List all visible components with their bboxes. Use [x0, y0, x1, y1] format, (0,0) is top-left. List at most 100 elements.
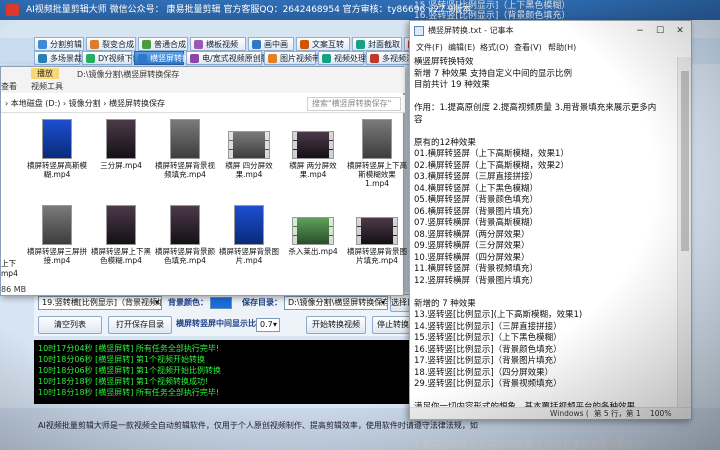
video-file-item[interactable]: 横屏转竖屏上下高斯模糊效果1.mp4 — [347, 119, 407, 188]
video-tools-tab[interactable]: 视频工具 — [31, 81, 63, 92]
log-line: 10时18分06秒 [横竖屏转] 第1个视频开始比例转换 — [38, 366, 221, 375]
tab-icon — [38, 40, 47, 49]
app-tab-1-0[interactable]: 分割剪辑 — [34, 37, 84, 51]
video-file-item[interactable]: 横屏转竖屏背景颜色填充.mp4 — [155, 205, 215, 265]
tab-icon — [190, 54, 199, 63]
text-line: 新增的 7 种效果 — [414, 298, 476, 309]
text-line: 13.竖转竖[比例显示](上下高斯模糊，效果1) — [414, 310, 583, 320]
app-tab-1-1[interactable]: 裂变合成 — [86, 37, 136, 51]
log-line: 10时18分18秒 [横竖屏转] 所有任务全部执行完毕! — [38, 388, 220, 397]
video-file-item[interactable]: 横屏转竖屏高斯模糊.mp4 — [27, 119, 87, 179]
tab-icon — [322, 54, 331, 63]
menu-help[interactable]: 帮助(H) — [548, 41, 576, 55]
bg-color-picker[interactable] — [210, 297, 232, 309]
app-tab-2-3[interactable]: 电/宽式视频原创裂变 — [186, 51, 277, 65]
text-line: 09.竖屏转横屏（三分屏效果） — [414, 241, 530, 251]
breadcrumb[interactable]: › 本地磁盘 (D:) › 镜像分割 › 横竖屏转换保存 — [5, 98, 165, 109]
text-line: 目前共计 19 种效果 — [414, 80, 490, 90]
text-line: 04.横屏转竖屏（上下黑色模糊） — [414, 183, 539, 194]
video-thumbnail — [292, 131, 334, 159]
video-file-item[interactable]: 杀入莱出.mp4 — [283, 205, 343, 256]
save-dir-input[interactable]: D:\镜像分割\横竖屏转换保存 — [284, 296, 388, 310]
video-file-item[interactable]: 三分屏.mp4 — [91, 119, 151, 170]
tab-icon — [142, 40, 151, 49]
video-file-item[interactable]: 横屏 两分屏效果.mp4 — [283, 119, 343, 179]
status-encoding: Windows ( — [550, 409, 589, 418]
menu-format[interactable]: 格式(O) — [480, 41, 509, 55]
scrollbar-thumb[interactable] — [681, 71, 689, 251]
file-name: 横屏 两分屏效果.mp4 — [289, 161, 337, 179]
video-file-item[interactable]: 横屏转竖屏背景图片.mp4 — [219, 205, 279, 265]
app-logo-icon — [6, 4, 19, 16]
maximize-icon[interactable]: ☐ — [653, 24, 667, 38]
menu-edit[interactable]: 编辑(E) — [448, 41, 475, 55]
file-name: 横屏转竖屏三屏拼接.mp4 — [27, 247, 87, 265]
video-file-item[interactable]: 横屏转竖屏三屏拼接.mp4 — [27, 205, 87, 265]
log-line: 10时17分04秒 [横竖屏转] 所有任务全部执行完毕! — [38, 344, 220, 353]
video-thumbnail — [356, 217, 398, 245]
stop-convert-button[interactable]: 停止转换 — [372, 316, 414, 334]
tab-label: 封面截取 — [368, 40, 400, 49]
app-tab-1-5[interactable]: 文案互转 — [296, 37, 350, 51]
start-convert-button[interactable]: 开始转换视频 — [306, 316, 366, 334]
file-name: 横屏转竖屏上下黑色模糊.mp4 — [91, 247, 151, 265]
minimize-icon[interactable]: − — [633, 24, 647, 38]
bg-color-label: 背景颜色： — [168, 298, 208, 307]
menu-view[interactable]: 查看(V) — [514, 41, 542, 55]
save-dir-label: 保存目录： — [242, 298, 282, 307]
video-thumbnail — [234, 205, 264, 245]
app-tab-1-6[interactable]: 封面截取 — [352, 37, 402, 51]
close-icon[interactable]: ✕ — [673, 24, 687, 38]
text-line: 新增 7 种效果 支持自定义中间的显示比例 — [414, 68, 573, 79]
app-tab-1-3[interactable]: 横板视频 — [190, 37, 246, 51]
video-thumbnail — [106, 119, 136, 159]
file-name: 横屏转竖屏背景颜色填充.mp4 — [155, 247, 215, 265]
play-ribbon-tab[interactable]: 播放 — [31, 68, 59, 79]
text-line: 11.横屏转竖屏（背景视频填充） — [414, 264, 539, 274]
clear-list-button[interactable]: 清空列表 — [38, 316, 102, 334]
text-line: 06.横屏转竖屏（背景图片填充） — [414, 206, 539, 217]
app-tab-1-2[interactable]: 普通合成 — [138, 37, 188, 51]
text-line: 原有的12种效果 — [414, 137, 476, 148]
notepad-scrollbar[interactable] — [677, 57, 691, 409]
video-file-item[interactable]: 横屏转竖屏背景视频填充.mp4 — [155, 119, 215, 179]
app-tab-1-4[interactable]: 画中画 — [248, 37, 294, 51]
ratio-input[interactable]: 0.7 — [256, 318, 280, 332]
text-line: 容 — [414, 114, 423, 125]
menu-file[interactable]: 文件(F) — [416, 41, 443, 55]
explorer-title-path: D:\镜像分割\横竖屏转换保存 — [77, 70, 180, 79]
file-name: 横屏转竖屏上下高斯模糊效果1.mp4 — [347, 161, 407, 188]
text-line: 07.竖屏转横屏（背景高斯模糊） — [414, 218, 539, 228]
app-tab-2-4[interactable]: 图片视频带货 — [264, 51, 328, 65]
file-name: 横屏转竖屏背景图片填充.mp4 — [347, 247, 407, 265]
tab-label: 画中画 — [264, 40, 288, 49]
settings-panel: 19.竖转横[比例显示]（背景视频填充） 背景颜色： 保存目录： D:\镜像分割… — [34, 292, 415, 336]
tab-icon — [370, 54, 379, 63]
log-console: 10时17分04秒 [横竖屏转] 所有任务全部执行完毕! 10时18分06秒 [… — [34, 340, 414, 404]
app-tab-2-6[interactable]: 多视频混剪 — [366, 51, 422, 65]
file-name: 横屏 四分屏效果.mp4 — [225, 161, 273, 179]
tab-icon — [300, 40, 309, 49]
notepad-text-area[interactable]: 横竖屏转换特效 新增 7 种效果 支持自定义中间的显示比例 目前共计 19 种效果作… — [414, 57, 676, 409]
open-save-dir-button[interactable]: 打开保存目录 — [108, 316, 172, 334]
view-menu[interactable]: 查看 — [1, 81, 17, 92]
app-tab-2-5[interactable]: 视频处理Ⅱ — [318, 51, 370, 65]
film-strip-icon — [357, 218, 397, 244]
video-file-item[interactable]: 横屏转竖屏上下黑色模糊.mp4 — [91, 205, 151, 265]
app-tab-2-2[interactable]: 横竖屏转换 — [134, 51, 190, 65]
video-file-item[interactable]: 横屏转竖屏背景图片填充.mp4 — [347, 205, 407, 265]
text-line: 03.横屏转竖屏（三屏直接拼接） — [414, 172, 539, 182]
app-tab-2-0[interactable]: 多场景裁剪 — [34, 51, 90, 65]
text-line: 17.竖转竖[比例显示]（背景图片填充） — [414, 356, 562, 366]
file-name: 横屏转竖屏高斯模糊.mp4 — [27, 161, 87, 179]
tab-label: 视频处理Ⅱ — [334, 54, 370, 63]
app-tab-2-1[interactable]: DY视频下载 — [82, 51, 141, 65]
video-file-item[interactable]: 横屏 四分屏效果.mp4 — [219, 119, 279, 179]
mode-select[interactable]: 19.竖转横[比例显示]（背景视频填充） — [38, 296, 162, 310]
video-thumbnail — [42, 119, 72, 159]
background-text-top: 15.竖转竖[比例显示]（上下黑色模糊） 16.竖转竖[比例显示]（背景颜色填充… — [414, 1, 570, 21]
video-thumbnail — [292, 217, 334, 245]
text-line — [414, 126, 676, 138]
search-input[interactable]: 搜索"横竖屏转换保存" — [307, 97, 401, 111]
text-line: 18.竖转竖[比例显示]（四分屏效果） — [414, 367, 554, 378]
